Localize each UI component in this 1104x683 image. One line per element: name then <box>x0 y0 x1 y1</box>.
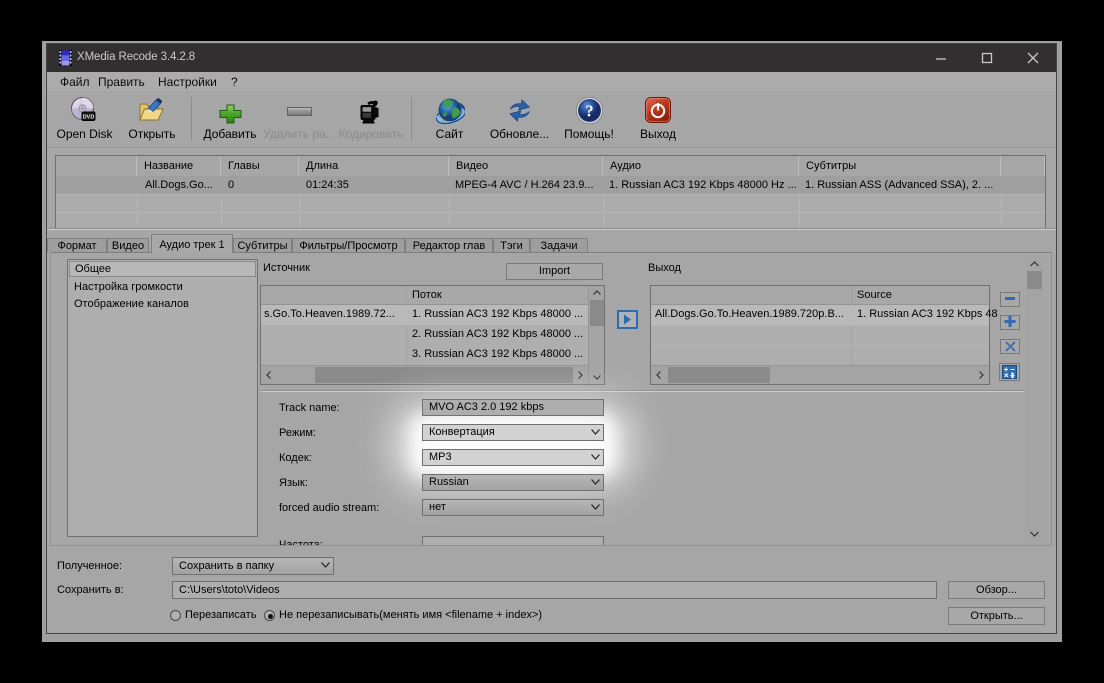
svg-text:DVD: DVD <box>83 115 95 121</box>
svg-text:?: ? <box>585 102 593 121</box>
